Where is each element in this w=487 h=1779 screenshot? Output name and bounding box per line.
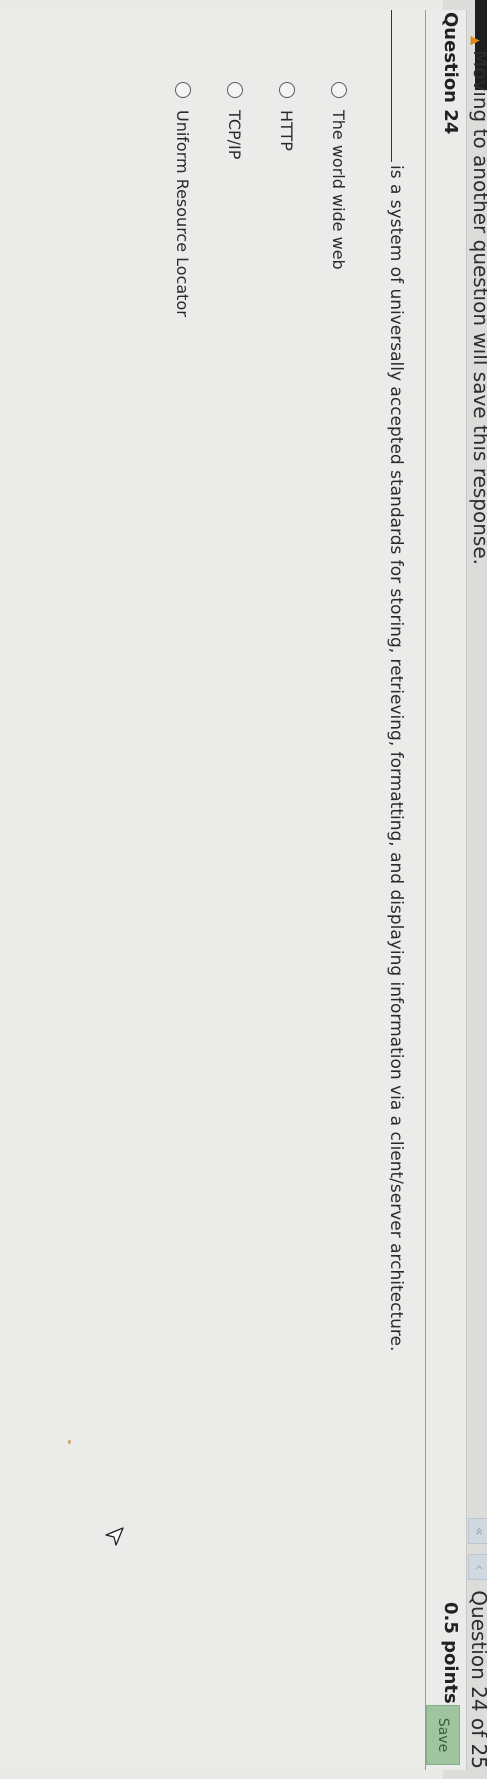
question-navigation: « ‹ Question 24 of 25 bbox=[467, 1518, 487, 1769]
answer-options: The world wide web HTTP TCP/IP Uniform R… bbox=[143, 10, 351, 317]
double-chevron-left-icon[interactable]: « bbox=[468, 1518, 487, 1545]
mouse-cursor-icon bbox=[105, 1527, 124, 1546]
chevron-left-icon[interactable]: ‹ bbox=[468, 1554, 487, 1581]
save-button[interactable]: Save bbox=[426, 1705, 460, 1765]
question-card: Question 24 0.5 points Save is a system … bbox=[0, 10, 467, 1770]
radio-button[interactable] bbox=[227, 82, 243, 98]
radio-button[interactable] bbox=[279, 82, 295, 98]
question-counter: Question 24 of 25 bbox=[467, 1590, 487, 1769]
question-prompt: is a system of universally accepted stan… bbox=[386, 10, 406, 1351]
quiz-page: ▲ Moving to another question will save t… bbox=[0, 0, 487, 1779]
question-title: Question 24 bbox=[440, 12, 461, 135]
answer-option-label: TCP/IP bbox=[225, 110, 245, 160]
question-header: Question 24 0.5 points Save bbox=[425, 10, 466, 1770]
save-warning-message: Moving to another question will save thi… bbox=[469, 50, 487, 565]
question-points: 0.5 points bbox=[440, 1602, 461, 1704]
answer-option[interactable]: HTTP bbox=[275, 10, 299, 317]
answer-option[interactable]: TCP/IP bbox=[223, 10, 247, 317]
answer-option-label: Uniform Resource Locator bbox=[173, 110, 193, 317]
answer-option-label: The world wide web bbox=[329, 110, 349, 270]
warning-icon: ▲ bbox=[469, 36, 483, 46]
question-body: is a system of universally accepted stan… bbox=[6, 10, 406, 1770]
radio-button[interactable] bbox=[331, 82, 347, 98]
fill-in-blank bbox=[391, 10, 406, 162]
radio-button[interactable] bbox=[175, 82, 191, 98]
question-prompt-text: is a system of universally accepted stan… bbox=[386, 165, 406, 1352]
answer-option[interactable]: Uniform Resource Locator bbox=[171, 10, 195, 317]
answer-option[interactable]: The world wide web bbox=[327, 10, 351, 317]
answer-option-label: HTTP bbox=[277, 110, 297, 151]
screen-speck bbox=[68, 1440, 71, 1444]
